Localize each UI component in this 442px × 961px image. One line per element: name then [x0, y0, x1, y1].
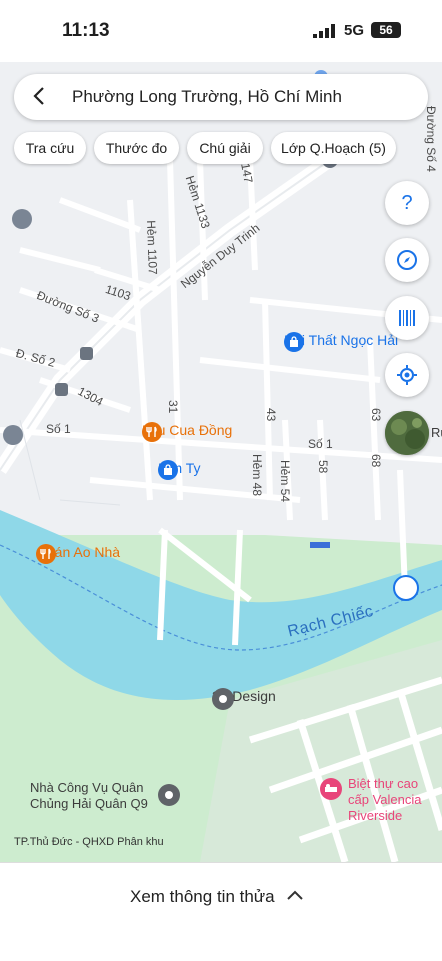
- road-label: Hẻm 48: [250, 454, 264, 497]
- map-canvas[interactable]: Nguyễn Duy Trinh Hẻm 1133 Hẻm 1107 147 1…: [0, 62, 442, 862]
- road-label: 63: [369, 408, 383, 422]
- edge-label: Ru: [431, 425, 442, 440]
- road-label: Số 1: [308, 437, 333, 451]
- road-label: 43: [264, 408, 278, 422]
- road-label: Hẻm 54: [278, 460, 292, 503]
- map-attribution: TP.Thủ Đức - QHXD Phân khu: [14, 836, 164, 848]
- chevron-up-icon[interactable]: [286, 887, 304, 905]
- satellite-icon: [385, 411, 429, 455]
- shopping-bag-icon: [158, 460, 178, 480]
- road-label: Số 1: [46, 422, 71, 436]
- network-type: 5G: [344, 22, 365, 39]
- shopping-bag-icon: [284, 332, 304, 352]
- chip-lop-quy-hoach[interactable]: Lớp Q.Hoạch (5): [271, 132, 396, 164]
- compass-icon: [397, 250, 417, 270]
- road-label: Đường Số 4: [424, 106, 438, 172]
- barcode-button[interactable]: [385, 296, 429, 340]
- satellite-layer-thumbnail[interactable]: [385, 411, 429, 455]
- search-location-text: Phường Long Trường, Hồ Chí Minh: [72, 87, 342, 106]
- battery-icon: 56: [371, 22, 401, 38]
- poi-lau-cua-dong[interactable]: Lẩu Cua Đồng: [142, 422, 232, 442]
- status-bar: 11:13 5G 56: [0, 0, 442, 62]
- barcode-icon: [399, 310, 415, 326]
- compass-button[interactable]: [385, 238, 429, 282]
- place-icon: [212, 688, 234, 710]
- my-location-button[interactable]: [385, 353, 429, 397]
- signal-icon: [313, 24, 335, 38]
- back-arrow-icon[interactable]: [28, 84, 52, 108]
- chip-tra-cuu[interactable]: Tra cứu: [14, 132, 86, 164]
- chip-chu-giai[interactable]: Chú giải: [187, 132, 263, 164]
- place-icon: [158, 784, 180, 806]
- road-label: 58: [316, 460, 330, 474]
- restaurant-icon: [36, 544, 56, 564]
- poi-noi-that-ngoc-hai[interactable]: Nội Thất Ngọc Hải: [284, 332, 398, 352]
- restaurant-icon: [142, 422, 162, 442]
- poi-quan-ao-nha[interactable]: Quán Ao Nhà: [36, 544, 120, 564]
- poi-valencia[interactable]: Biệt thự cao cấp Valencia Riverside: [348, 776, 442, 824]
- hotel-icon: [320, 778, 342, 800]
- status-time: 11:13: [62, 20, 110, 41]
- bottom-sheet-label: Xem thông tin thửa: [130, 887, 275, 906]
- road-label: 31: [166, 400, 180, 414]
- search-bar[interactable]: Phường Long Trường, Hồ Chí Minh: [14, 74, 428, 120]
- help-icon: ?: [401, 191, 413, 214]
- chip-thuoc-do[interactable]: Thước đo: [94, 132, 179, 164]
- poi-kim-ty[interactable]: Kim Ty: [158, 460, 201, 480]
- poi-3a-design[interactable]: 3A Design: [212, 688, 276, 710]
- my-location-icon: [397, 365, 417, 385]
- help-button[interactable]: ?: [385, 181, 429, 225]
- road-label: 68: [369, 454, 383, 468]
- bottom-sheet[interactable]: Xem thông tin thửa: [0, 862, 442, 961]
- poi-nha-cong-vu[interactable]: Nhà Công Vụ Quân Chủng Hải Quân Q9: [30, 780, 158, 812]
- road-label: Hẻm 1107: [144, 220, 160, 275]
